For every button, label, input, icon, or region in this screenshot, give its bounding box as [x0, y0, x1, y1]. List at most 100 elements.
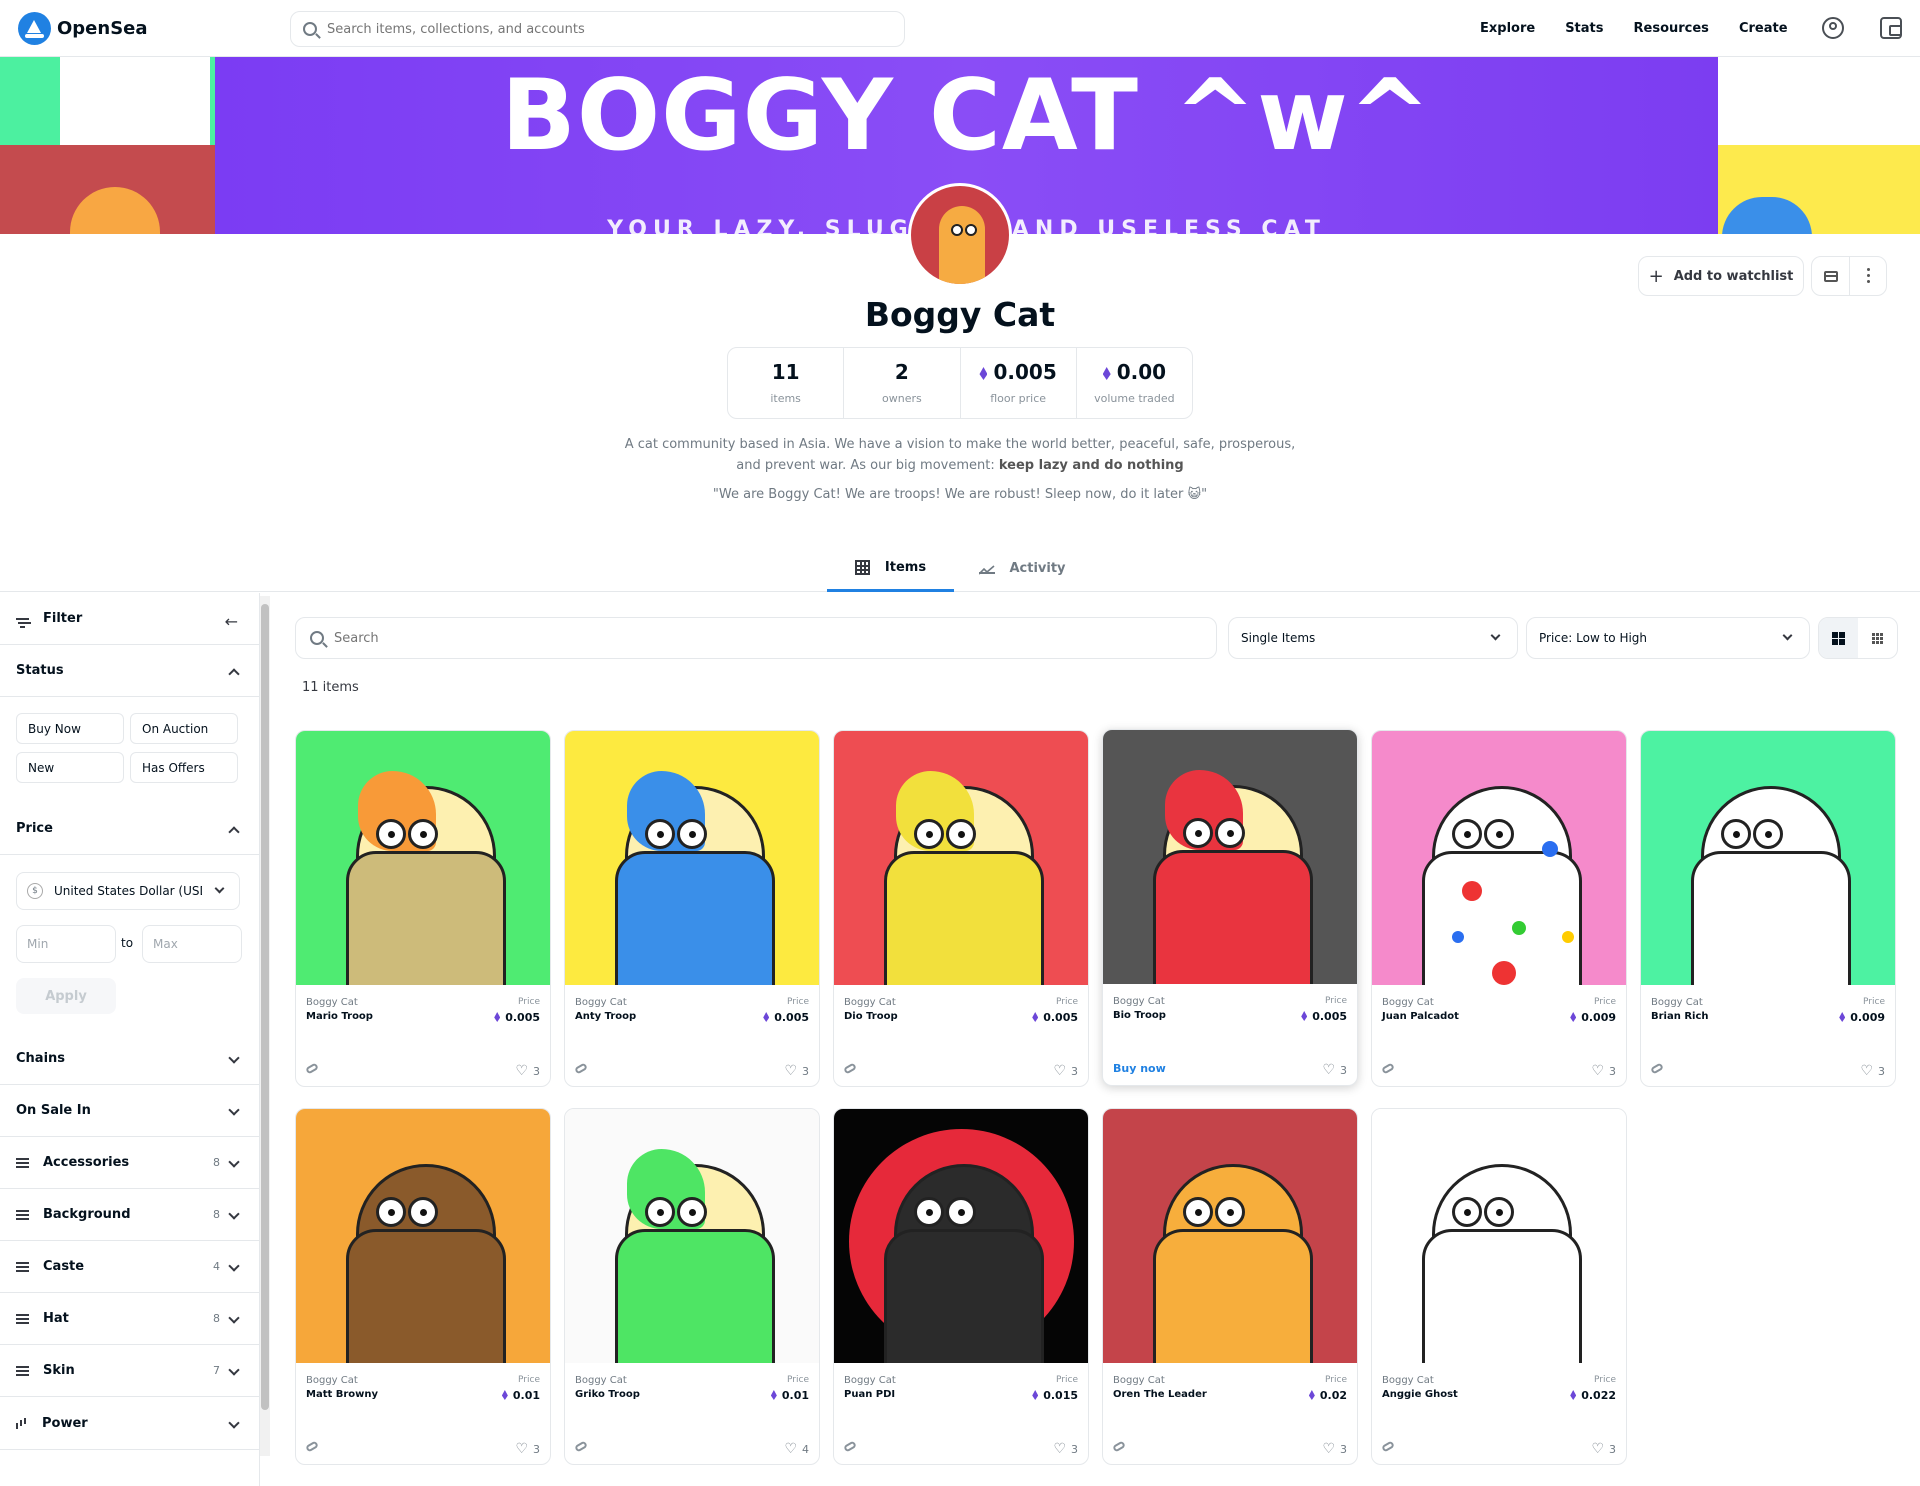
cat-eye-shape	[645, 1197, 675, 1227]
favorite-button[interactable]: ♡ 3	[1591, 1441, 1616, 1457]
tab-activity[interactable]: Activity	[965, 545, 1080, 592]
link-icon[interactable]	[1381, 1440, 1395, 1453]
price-min-input[interactable]: Min	[16, 925, 116, 963]
list-icon	[16, 1209, 29, 1212]
favorite-button[interactable]: ♡ 3	[1322, 1062, 1347, 1078]
trait-hat[interactable]: Hat 8	[0, 1293, 259, 1345]
sidebar-scrollbar-thumb[interactable]	[261, 604, 269, 1410]
stat-owners[interactable]: 2 owners	[844, 348, 961, 418]
report-button[interactable]	[1812, 257, 1850, 295]
status-section-header[interactable]: Status	[0, 645, 259, 697]
nft-image[interactable]	[296, 731, 550, 985]
global-search[interactable]	[290, 11, 905, 47]
price-section-header[interactable]: Price	[0, 803, 259, 855]
eth-icon	[501, 1390, 508, 1400]
small-grid-button[interactable]	[1858, 618, 1897, 658]
nav-explore[interactable]: Explore	[1480, 21, 1535, 36]
chains-section-header[interactable]: Chains	[0, 1033, 259, 1085]
trait-background[interactable]: Background 8	[0, 1189, 259, 1241]
link-icon[interactable]	[574, 1440, 588, 1453]
trait-accessories[interactable]: Accessories 8	[0, 1137, 259, 1189]
status-has-offers[interactable]: Has Offers	[130, 752, 238, 783]
nav-links: Explore Stats Resources Create	[1480, 0, 1818, 57]
nft-image[interactable]	[834, 731, 1088, 985]
favorite-button[interactable]: ♡ 3	[1322, 1441, 1347, 1457]
nft-card[interactable]: Boggy Cat Juan Palcadot Price 0.009 ♡ 3	[1371, 730, 1627, 1087]
nft-card[interactable]: Boggy Cat Dio Troop Price 0.005 ♡ 3	[833, 730, 1089, 1087]
link-icon[interactable]	[305, 1062, 319, 1075]
nft-image[interactable]	[296, 1109, 550, 1363]
nft-card[interactable]: Boggy Cat Puan PDI Price 0.015 ♡ 3	[833, 1108, 1089, 1465]
activity-icon	[978, 564, 996, 575]
item-type-select[interactable]: Single Items	[1228, 617, 1518, 659]
status-buy-now[interactable]: Buy Now	[16, 713, 124, 744]
nft-image[interactable]	[1372, 1109, 1626, 1363]
nft-image[interactable]	[1103, 1109, 1357, 1363]
link-icon[interactable]	[1112, 1440, 1126, 1453]
on-sale-in-section-header[interactable]: On Sale In	[0, 1085, 259, 1137]
favorite-button[interactable]: ♡ 3	[1053, 1063, 1078, 1079]
favorite-button[interactable]: ♡ 3	[1860, 1063, 1885, 1079]
item-search-input[interactable]	[334, 630, 834, 646]
arrow-left-icon[interactable]: ←	[225, 612, 238, 631]
favorite-button[interactable]: ♡ 4	[784, 1441, 809, 1457]
currency-select[interactable]: $ United States Dollar (USD)	[16, 872, 240, 910]
nft-image[interactable]	[565, 731, 819, 985]
nft-card[interactable]: Boggy Cat Mario Troop Price 0.005 ♡ 3	[295, 730, 551, 1087]
volume-value: 0.00	[1116, 360, 1167, 384]
nft-card[interactable]: Boggy Cat Bio Troop Price 0.005 Buy now ♡ 3	[1102, 729, 1358, 1086]
nft-card[interactable]: Boggy Cat Griko Troop Price 0.01 ♡ 4	[564, 1108, 820, 1465]
link-icon[interactable]	[843, 1440, 857, 1453]
nft-image[interactable]	[1641, 731, 1895, 985]
nft-image[interactable]	[834, 1109, 1088, 1363]
nav-create[interactable]: Create	[1739, 21, 1788, 36]
nft-price-value: 0.01	[512, 1389, 540, 1402]
link-icon[interactable]	[1381, 1062, 1395, 1075]
favorite-button[interactable]: ♡ 3	[1591, 1063, 1616, 1079]
status-new[interactable]: New	[16, 752, 124, 783]
stat-floor-price[interactable]: 0.005 floor price	[961, 348, 1077, 418]
item-search[interactable]	[295, 617, 1217, 659]
large-grid-button[interactable]	[1819, 618, 1858, 658]
favorite-button[interactable]: ♡ 3	[1053, 1441, 1078, 1457]
favorite-button[interactable]: ♡ 3	[515, 1063, 540, 1079]
link-icon[interactable]	[305, 1440, 319, 1453]
nft-card[interactable]: Boggy Cat Anty Troop Price 0.005 ♡ 3	[564, 730, 820, 1087]
nft-card[interactable]: Boggy Cat Brian Rich Price 0.009 ♡ 3	[1640, 730, 1896, 1087]
link-icon[interactable]	[574, 1062, 588, 1075]
stat-volume[interactable]: 0.00 volume traded	[1077, 348, 1192, 418]
filter-header[interactable]: Filter ←	[0, 593, 259, 645]
more-button[interactable]	[1850, 257, 1887, 295]
nft-card[interactable]: Boggy Cat Matt Browny Price 0.01 ♡ 3	[295, 1108, 551, 1465]
favorite-button[interactable]: ♡ 3	[784, 1063, 809, 1079]
opensea-logo[interactable]: OpenSea	[18, 12, 148, 45]
nft-image[interactable]	[1103, 730, 1357, 984]
nft-price-value: 0.01	[781, 1389, 809, 1402]
buy-now-button[interactable]: Buy now	[1113, 1062, 1166, 1075]
favorite-button[interactable]: ♡ 3	[515, 1441, 540, 1457]
nft-card[interactable]: Boggy Cat Anggie Ghost Price 0.022 ♡ 3	[1371, 1108, 1627, 1465]
nav-resources[interactable]: Resources	[1634, 21, 1709, 36]
global-search-input[interactable]	[327, 21, 827, 37]
trait-caste[interactable]: Caste 4	[0, 1241, 259, 1293]
sort-select[interactable]: Price: Low to High	[1526, 617, 1810, 659]
add-to-watchlist-button[interactable]: + Add to watchlist	[1638, 256, 1804, 296]
link-icon[interactable]	[1650, 1062, 1664, 1075]
apply-price-button[interactable]: Apply	[16, 978, 116, 1014]
price-max-input[interactable]: Max	[142, 925, 242, 963]
nft-image[interactable]	[565, 1109, 819, 1363]
avatar-eye	[951, 224, 963, 236]
stat-value: 2	[894, 360, 909, 384]
wallet-icon[interactable]	[1880, 17, 1902, 39]
trait-skin[interactable]: Skin 7	[0, 1345, 259, 1397]
nft-image[interactable]	[1372, 731, 1626, 985]
link-icon[interactable]	[843, 1062, 857, 1075]
stat-items[interactable]: 11 items	[728, 348, 845, 418]
nav-stats[interactable]: Stats	[1565, 21, 1603, 36]
account-icon[interactable]	[1822, 17, 1844, 39]
power-section-header[interactable]: Power	[0, 1398, 259, 1450]
status-on-auction[interactable]: On Auction	[130, 713, 238, 744]
large-grid-icon	[1832, 632, 1838, 638]
nft-card[interactable]: Boggy Cat Oren The Leader Price 0.02 ♡ 3	[1102, 1108, 1358, 1465]
tab-items[interactable]: Items	[827, 545, 954, 592]
